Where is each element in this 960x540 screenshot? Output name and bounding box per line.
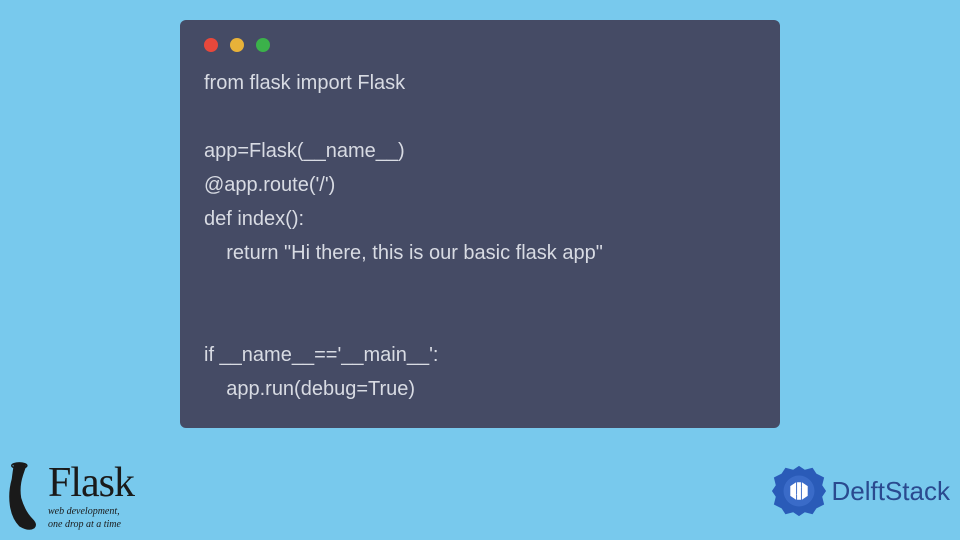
- close-dot-icon: [204, 38, 218, 52]
- code-line: app.run(debug=True): [204, 378, 415, 400]
- code-line: if __name__=='__main__':: [204, 344, 438, 366]
- maximize-dot-icon: [256, 38, 270, 52]
- delftstack-logo: </> DelftStack: [770, 462, 951, 520]
- flask-text-block: Flask web development, one drop at a tim…: [48, 462, 134, 530]
- flask-title: Flask: [48, 462, 134, 504]
- flask-tagline-2: one drop at a time: [48, 519, 134, 530]
- delftstack-text: DelftStack: [832, 476, 951, 507]
- code-editor-window: from flask import Flask app=Flask(__name…: [180, 20, 780, 428]
- svg-text:</>: </>: [790, 486, 808, 497]
- code-line: @app.route('/'): [204, 174, 335, 196]
- code-line: return "Hi there, this is our basic flas…: [204, 242, 603, 264]
- flask-logo: Flask web development, one drop at a tim…: [6, 460, 134, 532]
- code-line: def index():: [204, 208, 304, 230]
- window-controls: [204, 38, 756, 52]
- code-line: from flask import Flask: [204, 72, 405, 94]
- code-block: from flask import Flask app=Flask(__name…: [204, 66, 756, 406]
- flask-tagline-1: web development,: [48, 506, 134, 517]
- minimize-dot-icon: [230, 38, 244, 52]
- flask-horn-icon: [6, 460, 44, 532]
- gear-badge-icon: </>: [770, 462, 828, 520]
- code-line: app=Flask(__name__): [204, 140, 405, 162]
